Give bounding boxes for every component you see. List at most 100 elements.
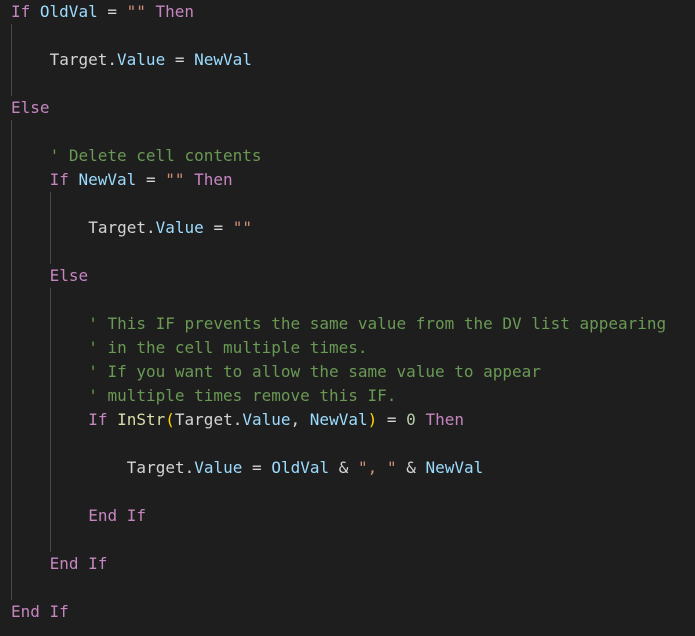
code-line[interactable]: [0, 24, 695, 48]
code-token-var: NewVal: [425, 458, 484, 477]
code-token-key: End If: [49, 554, 108, 573]
code-token-op: &: [406, 458, 416, 477]
code-token-plain: .: [107, 50, 118, 69]
code-line[interactable]: [0, 432, 695, 456]
code-token-plain: Target: [49, 50, 108, 69]
code-token-var: NewVal: [78, 170, 137, 189]
code-token-op: =: [145, 170, 156, 189]
code-line[interactable]: If OldVal = "" Then: [0, 0, 695, 24]
code-line[interactable]: [0, 288, 695, 312]
code-line[interactable]: ' Delete cell contents: [0, 144, 695, 168]
code-line[interactable]: [0, 576, 695, 600]
code-token-str: "": [126, 2, 146, 21]
code-line[interactable]: [0, 192, 695, 216]
code-surface[interactable]: If OldVal = "" Then Target.Value = NewVal…: [0, 0, 695, 636]
code-token-plain: Target: [126, 458, 185, 477]
code-token-var: Value: [194, 458, 243, 477]
code-token-var: Value: [242, 410, 291, 429]
code-line[interactable]: [0, 120, 695, 144]
code-token-punc: ): [367, 410, 378, 429]
code-token-var: OldVal: [39, 2, 98, 21]
code-token-key: If: [49, 170, 69, 189]
code-token-plain: .: [184, 458, 195, 477]
code-line[interactable]: End If: [0, 552, 695, 576]
code-token-plain: .: [232, 410, 243, 429]
code-line[interactable]: [0, 240, 695, 264]
code-token-key: If: [11, 2, 31, 21]
code-token-plain: Target: [88, 218, 146, 237]
code-token-num: 0: [406, 410, 416, 429]
code-line[interactable]: If InStr(Target.Value, NewVal) = 0 Then: [0, 408, 695, 432]
code-token-fn: InStr: [117, 410, 166, 429]
code-token-op: =: [252, 458, 262, 477]
code-token-var: NewVal: [194, 50, 252, 69]
code-token-com: ' in the cell multiple times.: [88, 338, 368, 357]
code-line[interactable]: If NewVal = "" Then: [0, 168, 695, 192]
code-editor[interactable]: If OldVal = "" Then Target.Value = NewVal…: [0, 0, 695, 636]
code-line[interactable]: ' If you want to allow the same value to…: [0, 360, 695, 384]
code-token-key: If: [88, 410, 108, 429]
code-token-str: "": [232, 218, 252, 237]
code-token-plain: Target: [174, 410, 233, 429]
code-token-plain: .: [145, 218, 156, 237]
code-line[interactable]: Else: [0, 264, 695, 288]
code-token-str: "": [165, 170, 185, 189]
code-token-key: Then: [155, 2, 195, 21]
code-line[interactable]: ' in the cell multiple times.: [0, 336, 695, 360]
code-token-var: NewVal: [309, 410, 368, 429]
code-token-op: =: [107, 2, 117, 21]
code-token-key: End If: [88, 506, 146, 525]
code-token-punc: (: [165, 410, 175, 429]
code-line[interactable]: End If: [0, 600, 695, 624]
code-token-com: ' If you want to allow the same value to…: [88, 362, 541, 381]
code-token-com: ' This IF prevents the same value from t…: [88, 314, 667, 333]
code-token-var: OldVal: [271, 458, 330, 477]
code-line[interactable]: [0, 528, 695, 552]
code-line[interactable]: Target.Value = NewVal: [0, 48, 695, 72]
code-token-op: =: [213, 218, 224, 237]
code-token-com: ' Delete cell contents: [49, 146, 262, 165]
code-token-var: Value: [117, 50, 166, 69]
code-token-key: End If: [11, 602, 69, 621]
code-line[interactable]: ' multiple times remove this IF.: [0, 384, 695, 408]
code-line[interactable]: [0, 72, 695, 96]
code-token-op: =: [386, 410, 397, 429]
code-token-key: Else: [11, 98, 50, 117]
code-line[interactable]: Target.Value = OldVal & ", " & NewVal: [0, 456, 695, 480]
code-line[interactable]: Target.Value = "": [0, 216, 695, 240]
code-line[interactable]: End If: [0, 504, 695, 528]
code-token-var: Value: [155, 218, 204, 237]
code-token-key: Then: [194, 170, 233, 189]
code-line[interactable]: Else: [0, 96, 695, 120]
code-token-str: ", ": [358, 458, 397, 477]
code-token-key: Else: [49, 266, 89, 285]
code-token-com: ' multiple times remove this IF.: [88, 386, 397, 405]
code-token-op: &: [338, 458, 349, 477]
code-token-key: Then: [425, 410, 464, 429]
code-line[interactable]: ' This IF prevents the same value from t…: [0, 312, 695, 336]
code-line[interactable]: [0, 480, 695, 504]
